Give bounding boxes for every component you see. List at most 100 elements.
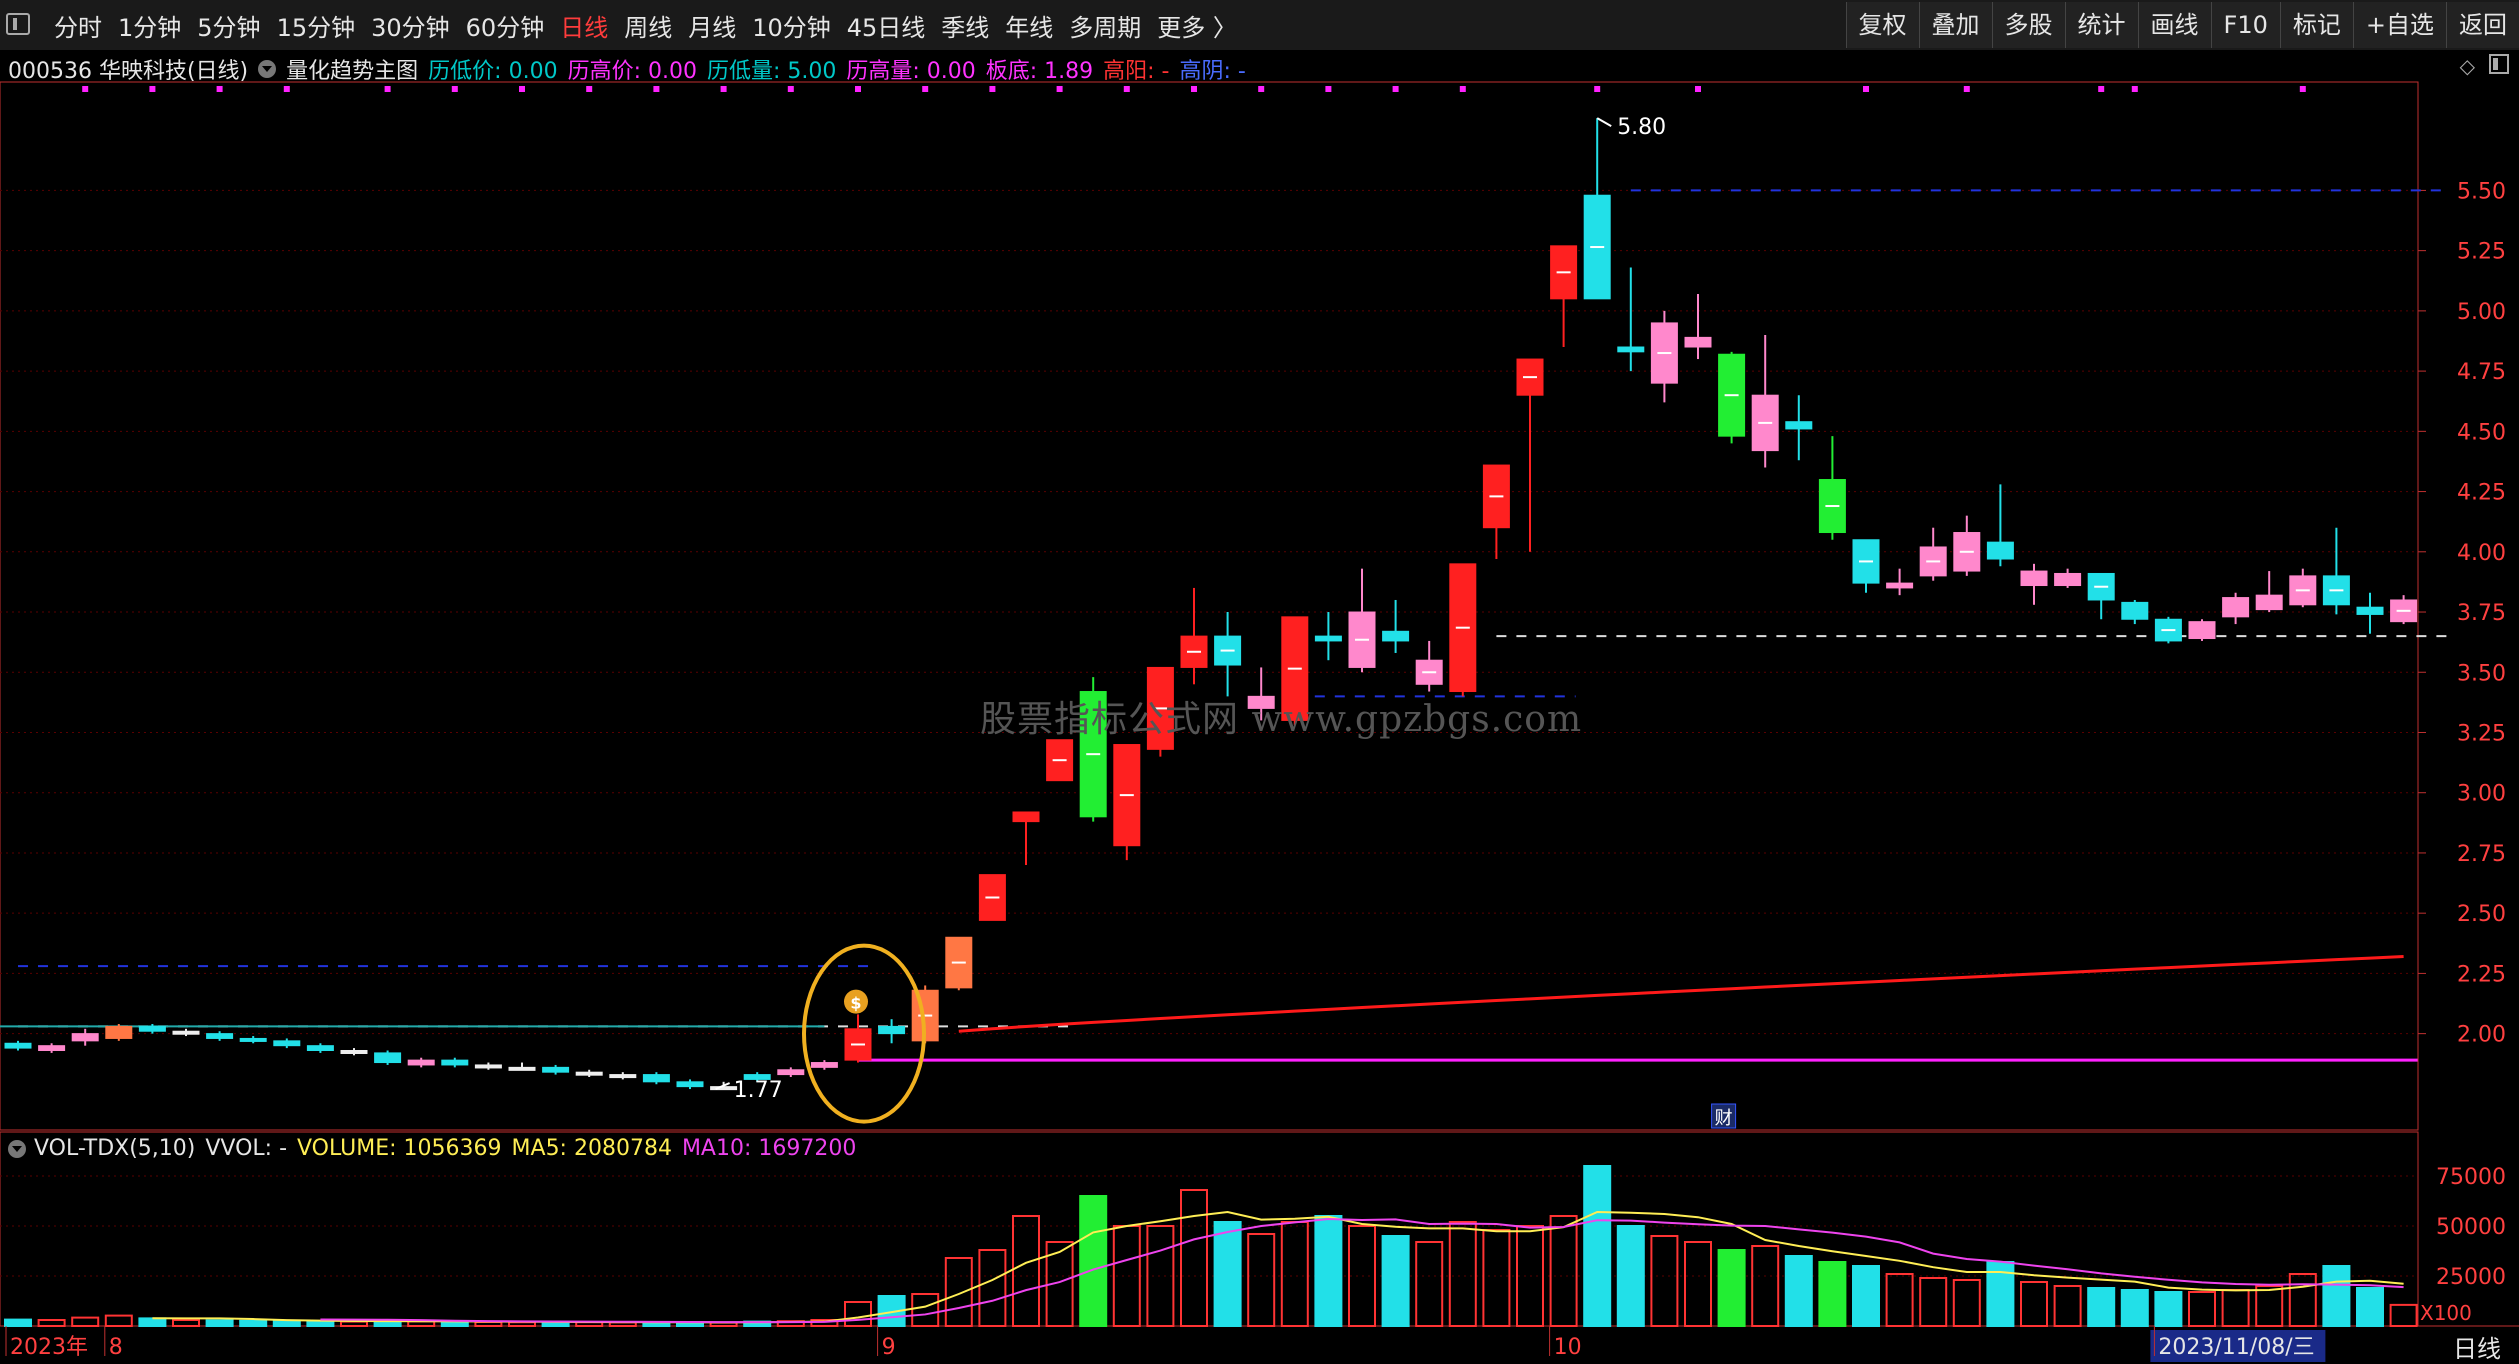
date-label: 2023/11/08/三: [2158, 1335, 2314, 1360]
volume-bar: [1247, 1233, 1276, 1327]
finance-marker-icon: 财: [1715, 1108, 1733, 1129]
candle-body: [2121, 601, 2149, 620]
volume-bar: [2087, 1287, 2116, 1327]
candle-body: [374, 1052, 402, 1064]
price-tick-label: 3.00: [2457, 782, 2506, 807]
volume-tick-label: 50000: [2436, 1215, 2506, 1240]
candle-body: [38, 1045, 66, 1051]
top-marker-dot: [720, 86, 727, 92]
volume-bar: [1650, 1235, 1679, 1327]
candle-body: [2356, 606, 2384, 615]
candle-body: [1986, 541, 2014, 560]
candle-body: [206, 1033, 234, 1039]
top-marker-dot: [855, 86, 861, 92]
bottom-period-label[interactable]: 日线: [2453, 1329, 2501, 1364]
price-tick-label: 4.75: [2457, 360, 2506, 385]
price-tick-label: 2.50: [2457, 902, 2506, 927]
price-tick-label: 2.25: [2457, 962, 2506, 987]
candle-body: [71, 1033, 99, 1042]
volume-bar: [944, 1257, 973, 1327]
volume-bar: [440, 1320, 469, 1328]
volume-bar: [1784, 1255, 1813, 1327]
volume-bar: [340, 1320, 368, 1327]
high-price-label: 5.80: [1617, 115, 1666, 140]
volume-bar: [1448, 1221, 1477, 1327]
top-marker-dot: [989, 86, 996, 92]
price-tick-label: 5.00: [2457, 300, 2506, 325]
candle-body: [441, 1059, 469, 1066]
volume-bar: [1549, 1215, 1578, 1327]
volume-bar: [306, 1320, 335, 1327]
top-marker-dot: [451, 86, 458, 92]
volume-bar: [1415, 1241, 1444, 1327]
top-marker-dot: [653, 86, 660, 92]
volume-bar: [1213, 1221, 1242, 1327]
volume-bar: [1180, 1189, 1208, 1327]
volume-bar: [2154, 1291, 2183, 1327]
top-marker-dot: [787, 86, 794, 92]
date-label: 10: [1554, 1335, 1582, 1360]
volume-bar: [911, 1293, 940, 1327]
volume-bar: [272, 1320, 301, 1327]
volume-bar: [1885, 1273, 1914, 1327]
volume-bar: [2020, 1281, 2048, 1327]
candle-body: [474, 1064, 502, 1069]
volume-bar: [205, 1319, 234, 1328]
candle-body: [508, 1066, 536, 1071]
volume-tick-label: 25000: [2436, 1265, 2506, 1290]
candle-body: [878, 1025, 906, 1035]
candle-body: [138, 1025, 166, 1032]
candle-body: [1684, 336, 1712, 348]
top-marker-dot: [1123, 86, 1130, 92]
volume-bar: [1952, 1279, 1981, 1327]
candle-body: [1617, 346, 1645, 353]
candle-body: [2222, 597, 2250, 618]
top-marker-dot: [1459, 86, 1466, 92]
volume-header: VOL-TDX(5,10) VVOL: - VOLUME: 1056369 MA…: [8, 1136, 866, 1161]
top-marker-dot: [586, 86, 593, 92]
candle-body: [239, 1037, 267, 1042]
top-marker-dot: [1392, 86, 1399, 92]
candle-body: [2054, 572, 2082, 587]
volume-tick-label: 75000: [2436, 1165, 2506, 1190]
ma10-value: MA10: 1697200: [681, 1136, 857, 1161]
volume-bar: [1146, 1225, 1175, 1327]
candle-body: [1012, 811, 1040, 823]
ma5-value: MA5: 2080784: [511, 1136, 672, 1161]
candle-body: [1886, 582, 1914, 589]
volume-bar: [1919, 1277, 1948, 1327]
top-marker-dot: [1963, 86, 1970, 92]
top-marker-dot: [283, 86, 290, 92]
top-marker-dot: [1191, 86, 1197, 92]
volume-bar: [1717, 1249, 1746, 1327]
volume-indicator-name[interactable]: VOL-TDX(5,10): [34, 1136, 195, 1161]
high-pointer: [1596, 117, 1612, 128]
top-marker-dot: [149, 86, 156, 92]
candle-body: [1314, 635, 1342, 642]
candle-body: [306, 1045, 334, 1051]
price-tick-label: 3.25: [2457, 721, 2506, 746]
candle-body: [642, 1074, 670, 1083]
volume-bar: [2322, 1265, 2351, 1327]
top-marker-dot: [82, 86, 89, 92]
top-marker-dot: [1325, 86, 1332, 92]
volume-bar: [138, 1317, 167, 1328]
candle-body: [2188, 621, 2216, 640]
trend-line: [958, 955, 2404, 1033]
vvol-value: VVOL: -: [205, 1136, 288, 1161]
volume-bar: [2255, 1285, 2284, 1327]
volume-bar: [2053, 1285, 2082, 1327]
top-marker-dot: [2098, 86, 2105, 92]
candle-body: [105, 1025, 133, 1039]
volume-bar: [1818, 1261, 1847, 1327]
candle-body: [676, 1081, 704, 1088]
volume-dropdown-icon[interactable]: [8, 1139, 26, 1158]
top-marker-dot: [2299, 86, 2306, 92]
date-label: 2023年: [10, 1335, 88, 1360]
candle-body: [1785, 421, 1813, 430]
volume-bar: [4, 1318, 32, 1327]
price-tick-label: 4.50: [2457, 420, 2506, 445]
candle-body: [407, 1059, 435, 1066]
candle-body: [777, 1069, 805, 1076]
volume-bar: [1314, 1215, 1343, 1327]
